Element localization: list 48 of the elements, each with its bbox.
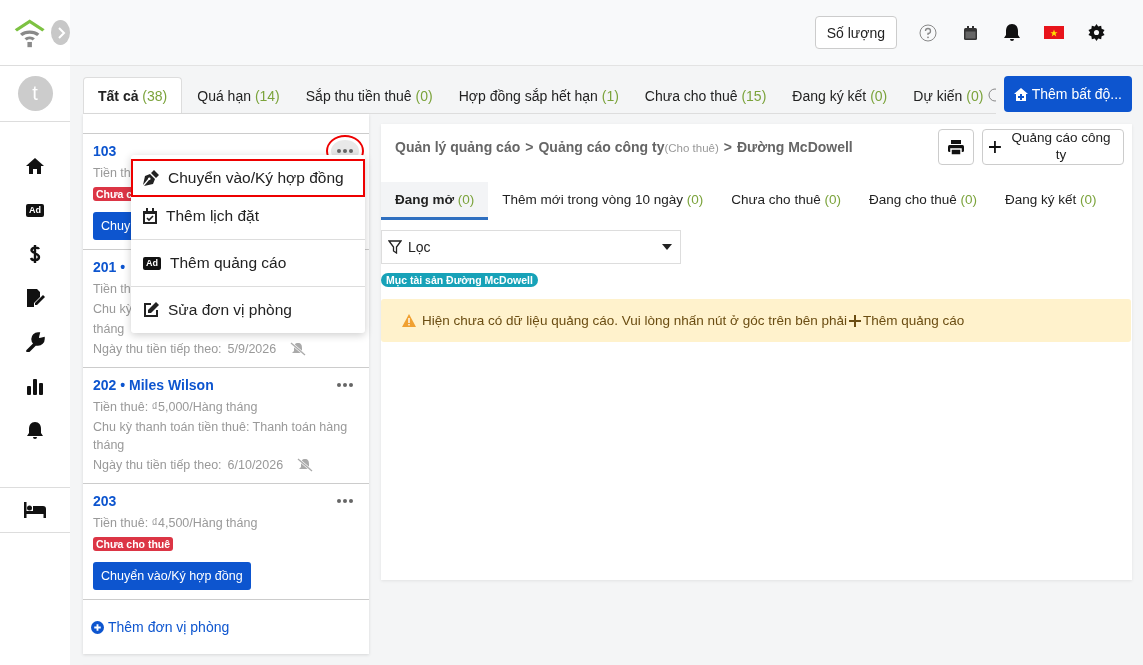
unit-detail: Chu kỳ thanh toán tiền thuê: Thanh toán hàng tháng <box>93 419 349 454</box>
ad-icon: Ad <box>26 203 44 217</box>
unit-title[interactable]: 202 • Miles Wilson <box>93 377 214 393</box>
vacant-badge: Chưa cho thuê <box>93 537 174 551</box>
menu-item[interactable]: Chuyển vào/Ký hợp đồng <box>131 159 365 197</box>
ad-icon: Ad <box>143 256 161 270</box>
breadcrumb-item[interactable]: Đường McDowell <box>737 139 853 155</box>
quantity-button[interactable]: Số lượng <box>814 16 897 49</box>
ad-status-tab[interactable]: Đang ký kết (0) <box>991 182 1111 220</box>
ad-status-tab[interactable]: Đang cho thuê (0) <box>854 182 991 220</box>
status-tab[interactable]: Hợp đồng sắp hết hạn (1) <box>445 77 632 113</box>
ad-status-tab[interactable]: Thêm mới trong vòng 10 ngày (0) <box>488 182 718 220</box>
breadcrumb-item[interactable]: > <box>525 139 534 155</box>
property-tag: Mục tài sản Đường McDowell <box>381 273 538 287</box>
menu-item[interactable]: Thêm lịch đặt <box>131 197 365 235</box>
ad-status-tab[interactable]: Đang mở (0) <box>381 182 489 220</box>
unit-detail: Tiền thuê: ₫4,500/Hàng tháng <box>93 515 258 532</box>
unit-detail: Tiền th <box>93 281 131 298</box>
ad-status-tab[interactable]: Chưa cho thuê (0) <box>717 182 855 220</box>
move-in-button[interactable]: Chuyển vào/Ký hợp đồng <box>93 562 251 590</box>
add-property-button[interactable]: Thêm bất độ... <box>1003 76 1132 112</box>
breadcrumb-item[interactable]: > <box>723 139 732 155</box>
unit-detail: tháng <box>93 321 125 338</box>
filter-dropdown[interactable]: Lọc <box>381 230 681 264</box>
status-tab[interactable]: Chưa cho thuê (15) <box>631 77 780 113</box>
unit-detail: Tiền thuê: ₫5,000/Hàng tháng <box>93 399 258 416</box>
next-payment-label: Ngày thu tiền tiếp theo: <box>93 341 222 358</box>
breadcrumb-item[interactable]: Quản lý quảng cáo <box>395 139 521 155</box>
breadcrumb-item[interactable]: Quảng cáo công ty(Cho thuê) <box>538 139 719 155</box>
unit-detail: Tiền th <box>93 165 131 182</box>
menu-item[interactable]: Ad Thêm quảng cáo <box>131 244 365 282</box>
alert-text: Hiện chưa có dữ liệu quảng cáo. Vui lòng nhấn nút ở góc trên bên phải <box>422 313 847 328</box>
next-payment-date: 6/10/2026 <box>227 457 284 474</box>
unit-title[interactable]: 103 <box>93 143 117 159</box>
menu-item[interactable]: Sửa đơn vị phòng <box>131 291 365 329</box>
add-unit-link[interactable]: Thêm đơn vị phòng <box>108 619 230 635</box>
unit-title[interactable]: 201 • <box>93 259 126 275</box>
alert-action-text: Thêm quảng cáo <box>862 313 965 328</box>
unit-title[interactable]: 203 <box>93 493 117 509</box>
status-tab[interactable]: Quá hạn (14) <box>184 77 293 113</box>
add-ad-button[interactable]: Quảng cáo công ty <box>982 129 1124 165</box>
next-payment-date: 5/9/2026 <box>227 341 277 358</box>
next-payment-label: Ngày thu tiền tiếp theo: <box>93 457 222 474</box>
status-tab[interactable]: Tất cả (38) <box>83 77 183 113</box>
status-tab[interactable]: Sắp thu tiền thuê (0) <box>292 77 446 113</box>
status-tab[interactable]: Đang ký kết (0) <box>779 77 901 113</box>
unit-detail: Chu kỳ <box>93 301 132 318</box>
status-tab[interactable]: Dự kiến (0) <box>900 77 996 113</box>
